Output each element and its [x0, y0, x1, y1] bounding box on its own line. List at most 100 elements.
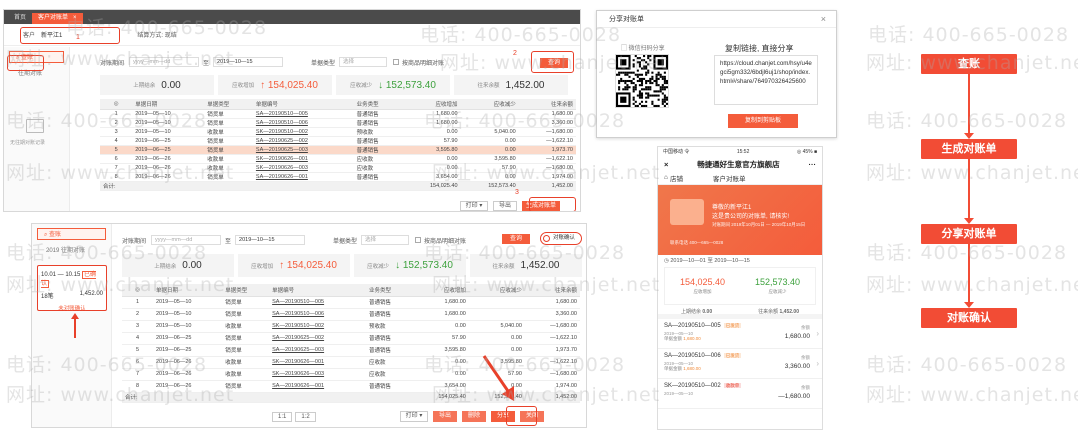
table-cell: 2019—06—26: [132, 172, 205, 182]
table-row[interactable]: 1 2019—05—10 销货单 SA—20190510—005 普通销售 1,680.0…: [100, 109, 576, 119]
table-cell: [468, 296, 525, 309]
table-cell: 1,974.00: [524, 380, 580, 393]
table-cell[interactable]: SA—20190510—005: [252, 109, 354, 119]
col-no: 单据编号: [269, 284, 367, 297]
table-row[interactable]: 5 2019—06—25 销货单 SA—20190625—003 普通销售 3,595.8…: [100, 145, 576, 155]
col-no: 单据编号: [252, 99, 354, 110]
table-cell[interactable]: SK—20190626—001: [269, 356, 367, 369]
sidebar-item-check[interactable]: ⌕ 查账: [37, 228, 106, 240]
unconfirmed-link[interactable]: 未对账确认: [38, 300, 106, 312]
clock: 15:52: [736, 149, 750, 155]
table-cell: 6: [100, 154, 133, 164]
confirm-toggle[interactable]: 对账确认: [540, 232, 582, 245]
table-cell[interactable]: SK—20190626—003: [252, 163, 354, 173]
filter-bar: 对账期间 yyyy—mm—dd 至 2019—10—15 单据类型 选择 按商品…: [122, 235, 466, 245]
table-cell: —1,680.00: [524, 320, 580, 333]
table-row[interactable]: 4 2019—06—25 销货单 SA—20190625—002 普通销售 57.90 0.…: [100, 136, 576, 146]
table-cell: 收款单: [222, 368, 270, 381]
table-cell: 2019—05—10: [152, 308, 223, 321]
table-cell: 预收款: [366, 320, 413, 333]
bill-balance-label: 余额: [801, 355, 810, 360]
table-cell: [460, 109, 519, 119]
pager: 1:1 1:2: [272, 412, 316, 422]
table-cell: 57.90: [402, 136, 461, 146]
history-period: 10.01 — 10.15 已确认: [38, 266, 106, 288]
table-row[interactable]: 7 2019—06—26 收款单 SK—20190626—003 应收款 0.00 57.9…: [100, 163, 576, 173]
bill-type-select[interactable]: 选择: [361, 235, 410, 245]
phone-balance-label: 往来余额: [758, 309, 779, 315]
increase-label: 应收增加: [251, 263, 274, 270]
table-cell[interactable]: SA—20190510—005: [269, 296, 367, 309]
table-cell[interactable]: SA—20190625—002: [252, 136, 354, 146]
page-2-button[interactable]: 1:2: [295, 412, 316, 422]
home-label[interactable]: 店铺: [670, 173, 683, 183]
list-item[interactable]: SA—20190510—006 已发货 2019—05—10 单据金额 1,680…: [658, 349, 822, 379]
end-date-input[interactable]: 2019—10—15: [235, 235, 306, 245]
table-cell[interactable]: SA—20190510—006: [252, 118, 354, 128]
export-button[interactable]: 导出: [433, 411, 457, 422]
export-button[interactable]: 导出: [493, 201, 517, 211]
period-label: 对账期间: [100, 60, 125, 67]
table-cell[interactable]: SA—20190626—001: [252, 172, 354, 182]
print-button[interactable]: 打印 ▾: [400, 411, 428, 422]
table-cell[interactable]: SK—20190626—003: [269, 368, 367, 381]
bill-no: SK—20190510—002: [664, 383, 721, 389]
phone-increase: 154,025.40 应收增加: [680, 277, 725, 295]
arrow-line: [74, 318, 76, 338]
start-date-input[interactable]: yyyy—mm—dd: [151, 235, 222, 245]
table-row[interactable]: 1 2019—05—10 销货单 SA—20190510—005 普通销售 1,680.0…: [122, 296, 580, 309]
table-cell[interactable]: SA—20190625—002: [269, 332, 367, 345]
table-cell: 8: [122, 380, 153, 393]
bill-type-select[interactable]: 选择: [339, 57, 388, 67]
share-url[interactable]: https://cloud.chanjet.com/hsy/u4egci5gm3…: [714, 55, 818, 105]
battery: ◎ 45% ■: [796, 149, 817, 155]
table-row[interactable]: 4 2019—06—25 销货单 SA—20190625—002 普通销售 57.90 0.…: [122, 332, 580, 345]
wechat-icon: ▢: [621, 46, 629, 52]
table-cell[interactable]: SK—20190626—001: [252, 154, 354, 164]
table-row[interactable]: 3 2019—05—10 收款单 SK—20190510—002 预收款 0.00 5,04…: [100, 127, 576, 137]
history-period-card[interactable]: 10.01 — 10.15 已确认 18笔 1,452.00 未对账确认: [37, 265, 107, 312]
close-icon[interactable]: ×: [73, 15, 77, 21]
increase-value: 154,025.40: [267, 79, 318, 91]
start-date-input[interactable]: yyyy—mm—dd: [129, 57, 200, 67]
table-cell[interactable]: SA—20190510—006: [269, 308, 367, 321]
query-button[interactable]: 查询: [502, 234, 530, 244]
opening-label: 上期结余: [133, 83, 156, 89]
home-icon[interactable]: ⌂: [664, 174, 668, 181]
list-item[interactable]: SA—20190510—005 已发货 2019—05—10 单据金额 1,680…: [658, 319, 822, 349]
table-cell: 收款单: [204, 163, 253, 173]
table-cell: [468, 308, 525, 321]
table-cell[interactable]: SA—20190625—003: [269, 344, 367, 357]
table-cell: 5,040.00: [460, 127, 519, 137]
list-item[interactable]: SK—20190510—002 收款单 2019—05—10 余额 —1,680.…: [658, 379, 822, 409]
table-row[interactable]: 3 2019—05—10 收款单 SK—20190510—002 预收款 0.00 5,04…: [122, 320, 580, 333]
table-row[interactable]: 2 2019—05—10 销货单 SA—20190510—006 普通销售 1,680.0…: [100, 118, 576, 128]
page-1-button[interactable]: 1:1: [272, 412, 293, 422]
delete-button[interactable]: 删除: [462, 411, 486, 422]
summary-row: 上期结余 0.00 应收增加 ↑ 154,025.40 应收减少 ↓ 152,573.…: [100, 75, 572, 95]
sidebar-item-history[interactable]: 2019 往期对账: [32, 244, 111, 258]
print-button[interactable]: 打印 ▾: [460, 201, 488, 211]
table-row[interactable]: 6 2019—06—26 收款单 SK—20190626—001 应收款 0.00 3,59…: [100, 154, 576, 164]
table-cell: 销货单: [222, 296, 270, 309]
end-date-input[interactable]: 2019—10—15: [213, 57, 284, 67]
close-icon[interactable]: ×: [821, 14, 826, 24]
tab-customer-statement[interactable]: 客户对账单 ×: [32, 13, 83, 24]
more-icon[interactable]: ···: [809, 160, 817, 169]
table-row[interactable]: 2 2019—05—10 销货单 SA—20190510—006 普通销售 1,680.0…: [122, 308, 580, 321]
table-cell[interactable]: SK—20190510—002: [269, 320, 367, 333]
step-mark-2: 2: [513, 50, 517, 57]
table-cell: 2019—05—10: [132, 127, 205, 137]
table-row[interactable]: 8 2019—06—26 销货单 SA—20190626—001 普通销售 3,654.0…: [100, 172, 576, 182]
bill-amount-label: 单据金额: [664, 336, 682, 341]
by-goods-checkbox[interactable]: [415, 237, 422, 243]
by-goods-checkbox[interactable]: [393, 59, 400, 65]
table-cell[interactable]: SA—20190626—001: [269, 380, 367, 393]
tab-home[interactable]: 首页: [8, 13, 32, 24]
table-cell[interactable]: SK—20190510—002: [252, 127, 354, 137]
table-cell: 0.00: [460, 145, 519, 155]
table-cell[interactable]: SA—20190625—003: [252, 145, 354, 155]
table-cell: 2019—06—26: [132, 154, 205, 164]
table-cell: 3,360.00: [524, 308, 580, 321]
copy-button[interactable]: 复制到剪贴板: [728, 114, 798, 128]
